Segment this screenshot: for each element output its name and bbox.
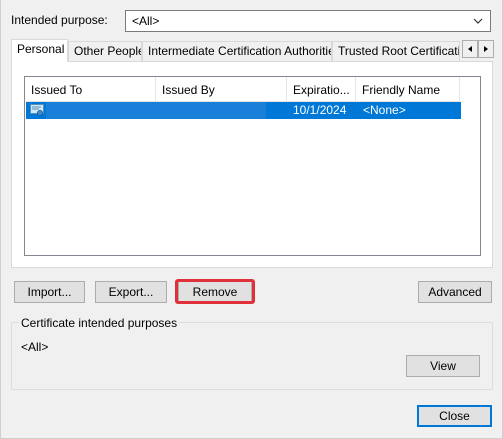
button-label: Export... <box>108 285 154 299</box>
export-button[interactable]: Export... <box>95 281 167 303</box>
column-label: Expiratio... <box>293 83 350 97</box>
intended-purposes-value: <All> <box>21 340 49 354</box>
column-label: Friendly Name <box>362 83 441 97</box>
tab-trusted-root-certification[interactable]: Trusted Root Certification <box>332 41 460 61</box>
tab-label: Other People <box>74 44 142 58</box>
column-label: Issued By <box>162 83 215 97</box>
button-label: Import... <box>27 285 72 299</box>
cell-expiration: 10/1/2024 <box>293 103 347 117</box>
list-header: Issued To Issued By Expiratio... Friendl… <box>25 77 460 102</box>
tab-intermediate-certification-authorities[interactable]: Intermediate Certification Authorities <box>142 41 332 61</box>
tab-personal[interactable]: Personal <box>11 39 68 62</box>
tab-scroll-left-button[interactable] <box>462 40 478 58</box>
tab-scroll-right-button[interactable] <box>478 40 494 58</box>
button-label: Close <box>439 409 470 423</box>
certificates-dialog: Intended purpose: <All> Personal Other P… <box>0 0 503 439</box>
column-header-issued-by[interactable]: Issued By <box>156 77 287 102</box>
tab-label: Intermediate Certification Authorities <box>148 44 332 58</box>
column-header-friendly-name[interactable]: Friendly Name <box>356 77 460 102</box>
certificate-store-tabs: Personal Other People Intermediate Certi… <box>11 39 494 62</box>
arrow-right-icon <box>484 46 488 52</box>
button-label: Remove <box>192 285 238 299</box>
intended-purpose-dropdown[interactable]: <All> <box>125 10 491 32</box>
tab-other-people[interactable]: Other People <box>68 41 142 61</box>
arrow-left-icon <box>468 46 472 52</box>
tab-label: Trusted Root Certification <box>338 44 460 58</box>
button-label: View <box>430 359 456 373</box>
intended-purpose-value: <All> <box>132 14 160 28</box>
column-header-expiration[interactable]: Expiratio... <box>287 77 356 102</box>
button-label: Advanced <box>428 285 482 299</box>
intended-purpose-label: Intended purpose: <box>11 13 108 27</box>
tab-label: Personal <box>17 42 65 56</box>
remove-button[interactable]: Remove <box>178 281 252 303</box>
view-button[interactable]: View <box>406 355 480 377</box>
redacted-issued-to-cell <box>46 102 266 119</box>
close-button[interactable]: Close <box>417 405 492 427</box>
cell-friendly-name: <None> <box>363 103 406 117</box>
certificate-list[interactable]: Issued To Issued By Expiratio... Friendl… <box>24 76 481 256</box>
column-label: Issued To <box>31 83 83 97</box>
chevron-down-icon <box>473 18 483 24</box>
intended-purposes-title: Certificate intended purposes <box>19 316 180 330</box>
column-header-issued-to[interactable]: Issued To <box>25 77 156 102</box>
import-button[interactable]: Import... <box>14 281 85 303</box>
advanced-button[interactable]: Advanced <box>418 281 492 303</box>
table-row[interactable]: 10/1/2024 <None> <box>26 102 461 119</box>
certificate-icon <box>30 104 44 116</box>
